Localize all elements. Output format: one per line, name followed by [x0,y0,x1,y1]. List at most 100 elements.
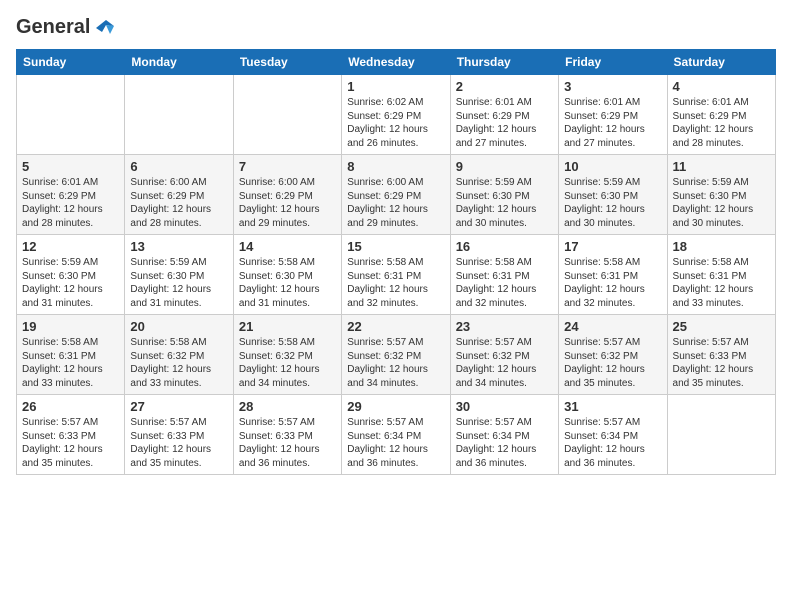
calendar-cell: 29 Sunrise: 5:57 AMSunset: 6:34 PMDayligh… [342,395,450,475]
calendar-cell: 10Sunrise: 5:59 AMSunset: 6:30 PMDayligh… [559,155,667,235]
day-number: 12 [22,239,119,254]
calendar-cell: 22 Sunrise: 5:57 AMSunset: 6:32 PMDayligh… [342,315,450,395]
calendar-cell: 23 Sunrise: 5:57 AMSunset: 6:32 PMDayligh… [450,315,558,395]
day-info: Sunrise: 5:59 AMSunset: 6:30 PMDaylight:… [456,176,553,230]
day-info: Sunrise: 5:57 AMSunset: 6:32 PMDaylight:… [347,336,444,390]
day-number: 25 [673,319,770,334]
calendar-cell: 27Sunrise: 5:57 AMSunset: 6:33 PMDayligh… [125,395,233,475]
day-number: 14 [239,239,336,254]
day-info: Sunrise: 5:57 AMSunset: 6:34 PMDaylight:… [564,416,661,470]
day-info: Sunrise: 5:58 AMSunset: 6:32 PMDaylight:… [239,336,336,390]
calendar-cell: 30 Sunrise: 5:57 AMSunset: 6:34 PMDayligh… [450,395,558,475]
calendar-cell: 5 Sunrise: 6:01 AMSunset: 6:29 PMDaylight… [17,155,125,235]
calendar-cell [17,75,125,155]
week-row-0: 1 Sunrise: 6:02 AMSunset: 6:29 PMDaylight… [17,75,776,155]
header-monday: Monday [125,50,233,75]
day-number: 16 [456,239,553,254]
calendar-cell: 18 Sunrise: 5:58 AMSunset: 6:31 PMDayligh… [667,235,775,315]
calendar-cell: 2 Sunrise: 6:01 AMSunset: 6:29 PMDaylight… [450,75,558,155]
calendar-cell: 1 Sunrise: 6:02 AMSunset: 6:29 PMDaylight… [342,75,450,155]
day-info: Sunrise: 6:00 AMSunset: 6:29 PMDaylight:… [130,176,227,230]
day-number: 5 [22,159,119,174]
week-row-3: 19 Sunrise: 5:58 AMSunset: 6:31 PMDayligh… [17,315,776,395]
calendar-cell: 17 Sunrise: 5:58 AMSunset: 6:31 PMDayligh… [559,235,667,315]
day-info: Sunrise: 5:57 AMSunset: 6:33 PMDaylight:… [130,416,227,470]
day-number: 20 [130,319,227,334]
day-info: Sunrise: 5:58 AMSunset: 6:31 PMDaylight:… [22,336,119,390]
day-number: 13 [130,239,227,254]
calendar-cell: 26 Sunrise: 5:57 AMSunset: 6:33 PMDayligh… [17,395,125,475]
header-saturday: Saturday [667,50,775,75]
day-info: Sunrise: 6:01 AMSunset: 6:29 PMDaylight:… [564,96,661,150]
header-friday: Friday [559,50,667,75]
day-number: 15 [347,239,444,254]
week-row-1: 5 Sunrise: 6:01 AMSunset: 6:29 PMDaylight… [17,155,776,235]
calendar-cell: 11Sunrise: 5:59 AMSunset: 6:30 PMDayligh… [667,155,775,235]
calendar-cell: 21Sunrise: 5:58 AMSunset: 6:32 PMDayligh… [233,315,341,395]
calendar-cell [125,75,233,155]
day-info: Sunrise: 5:57 AMSunset: 6:33 PMDaylight:… [239,416,336,470]
day-info: Sunrise: 5:58 AMSunset: 6:31 PMDaylight:… [673,256,770,310]
day-number: 3 [564,79,661,94]
day-number: 26 [22,399,119,414]
day-number: 23 [456,319,553,334]
day-number: 9 [456,159,553,174]
calendar-cell: 8 Sunrise: 6:00 AMSunset: 6:29 PMDaylight… [342,155,450,235]
header-tuesday: Tuesday [233,50,341,75]
calendar-cell: 16 Sunrise: 5:58 AMSunset: 6:31 PMDayligh… [450,235,558,315]
day-number: 8 [347,159,444,174]
day-info: Sunrise: 5:57 AMSunset: 6:34 PMDaylight:… [347,416,444,470]
day-info: Sunrise: 5:58 AMSunset: 6:31 PMDaylight:… [347,256,444,310]
day-info: Sunrise: 5:57 AMSunset: 6:32 PMDaylight:… [456,336,553,390]
calendar-cell: 20Sunrise: 5:58 AMSunset: 6:32 PMDayligh… [125,315,233,395]
day-number: 7 [239,159,336,174]
calendar-cell: 13 Sunrise: 5:59 AMSunset: 6:30 PMDayligh… [125,235,233,315]
calendar-cell: 12Sunrise: 5:59 AMSunset: 6:30 PMDayligh… [17,235,125,315]
day-info: Sunrise: 5:58 AMSunset: 6:31 PMDaylight:… [456,256,553,310]
day-info: Sunrise: 5:59 AMSunset: 6:30 PMDaylight:… [130,256,227,310]
header-thursday: Thursday [450,50,558,75]
calendar-cell: 15 Sunrise: 5:58 AMSunset: 6:31 PMDayligh… [342,235,450,315]
logo-general: General [16,16,90,39]
header-wednesday: Wednesday [342,50,450,75]
day-info: Sunrise: 5:57 AMSunset: 6:34 PMDaylight:… [456,416,553,470]
calendar-cell: 31 Sunrise: 5:57 AMSunset: 6:34 PMDayligh… [559,395,667,475]
day-info: Sunrise: 5:57 AMSunset: 6:33 PMDaylight:… [22,416,119,470]
day-number: 2 [456,79,553,94]
calendar-cell: 7 Sunrise: 6:00 AMSunset: 6:29 PMDaylight… [233,155,341,235]
week-row-2: 12 Sunrise: 5:59 AMSunset: 6:30 PMDayligh… [17,235,776,315]
day-number: 28 [239,399,336,414]
calendar-cell: 19 Sunrise: 5:58 AMSunset: 6:31 PMDayligh… [17,315,125,395]
day-number: 1 [347,79,444,94]
day-number: 30 [456,399,553,414]
calendar-cell [233,75,341,155]
day-number: 29 [347,399,444,414]
week-row-4: 26 Sunrise: 5:57 AMSunset: 6:33 PMDayligh… [17,395,776,475]
calendar-cell: 9 Sunrise: 5:59 AMSunset: 6:30 PMDaylight… [450,155,558,235]
day-info: Sunrise: 6:00 AMSunset: 6:29 PMDaylight:… [239,176,336,230]
day-info: Sunrise: 5:59 AMSunset: 6:30 PMDaylight:… [673,176,770,230]
day-number: 6 [130,159,227,174]
day-info: Sunrise: 5:57 AMSunset: 6:32 PMDaylight:… [564,336,661,390]
day-info: Sunrise: 5:58 AMSunset: 6:31 PMDaylight:… [564,256,661,310]
day-info: Sunrise: 6:02 AMSunset: 6:29 PMDaylight:… [347,96,444,150]
header-sunday: Sunday [17,50,125,75]
day-info: Sunrise: 6:01 AMSunset: 6:29 PMDaylight:… [673,96,770,150]
day-number: 17 [564,239,661,254]
logo-bird-icon [92,20,114,36]
day-number: 24 [564,319,661,334]
day-info: Sunrise: 6:01 AMSunset: 6:29 PMDaylight:… [22,176,119,230]
day-number: 22 [347,319,444,334]
day-info: Sunrise: 5:59 AMSunset: 6:30 PMDaylight:… [564,176,661,230]
calendar-cell: 14Sunrise: 5:58 AMSunset: 6:30 PMDayligh… [233,235,341,315]
day-info: Sunrise: 6:01 AMSunset: 6:29 PMDaylight:… [456,96,553,150]
calendar-header-row: SundayMondayTuesdayWednesdayThursdayFrid… [17,50,776,75]
day-number: 19 [22,319,119,334]
day-number: 18 [673,239,770,254]
day-number: 4 [673,79,770,94]
page-header: General [16,16,776,39]
calendar-cell [667,395,775,475]
day-info: Sunrise: 5:57 AMSunset: 6:33 PMDaylight:… [673,336,770,390]
day-number: 31 [564,399,661,414]
day-info: Sunrise: 6:00 AMSunset: 6:29 PMDaylight:… [347,176,444,230]
